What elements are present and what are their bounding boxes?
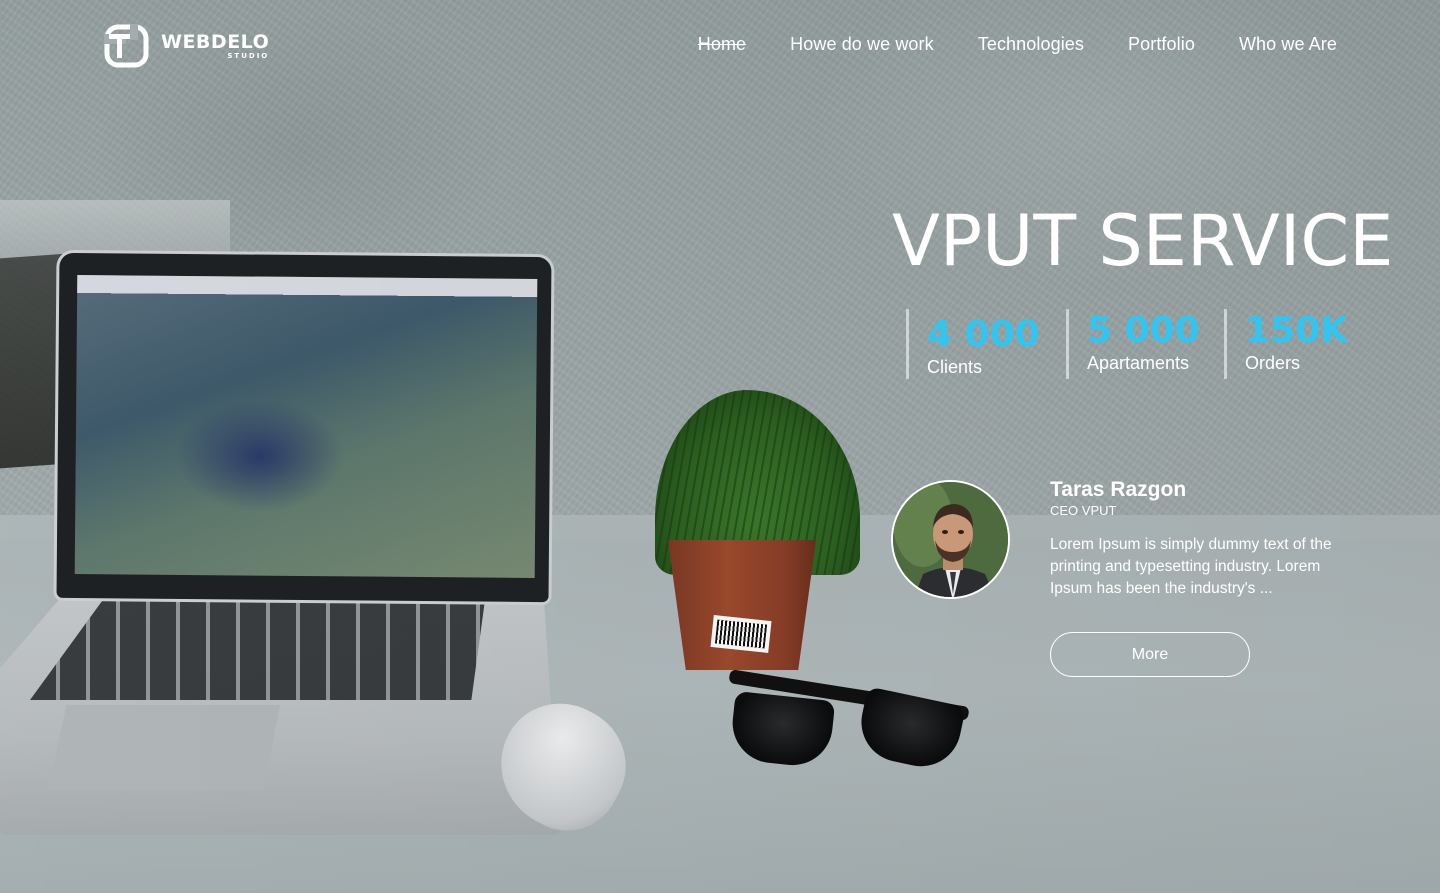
nav-item-technologies[interactable]: Technologies — [978, 34, 1084, 55]
nav-item-portfolio[interactable]: Portfolio — [1128, 34, 1195, 55]
stat-apartaments: 5 000 Apartaments — [1066, 309, 1200, 379]
stat-clients: 4 000 Clients — [906, 309, 1040, 379]
nav-item-who-we-are[interactable]: Who we Are — [1239, 34, 1337, 55]
stat-orders: 150K Orders — [1224, 309, 1348, 379]
stat-label: Orders — [1245, 353, 1301, 373]
stat-value: 5 000 — [1087, 310, 1200, 351]
stat-value: 150K — [1245, 310, 1349, 351]
webdelo-logo-icon — [104, 24, 149, 68]
stat-label: Apartaments — [1087, 353, 1190, 373]
brand-name: WEBDELO — [161, 30, 270, 53]
nav-item-how-we-work[interactable]: Howe do we work — [790, 34, 934, 55]
stat-label: Clients — [927, 357, 983, 377]
testimonial-name: Taras Razgon — [1050, 478, 1187, 501]
stat-value: 4 000 — [927, 314, 1040, 355]
hero-section: WEBDELO STUDIO Home Howe do we work Tech… — [0, 0, 1440, 893]
background-overlay — [0, 0, 1440, 893]
brand-logo[interactable]: WEBDELO STUDIO — [104, 24, 269, 68]
nav-item-home[interactable]: Home — [698, 34, 746, 55]
testimonial-role: CEO VPUT — [1050, 503, 1117, 518]
page-title: VPUT SERVICE — [892, 200, 1394, 282]
more-button[interactable]: More — [1050, 632, 1250, 677]
main-nav: Home Howe do we work Technologies Portfo… — [654, 34, 1337, 55]
avatar — [891, 480, 1010, 599]
testimonial-text: Lorem Ipsum is simply dummy text of the … — [1050, 536, 1332, 597]
brand-subtitle: STUDIO — [227, 51, 270, 60]
